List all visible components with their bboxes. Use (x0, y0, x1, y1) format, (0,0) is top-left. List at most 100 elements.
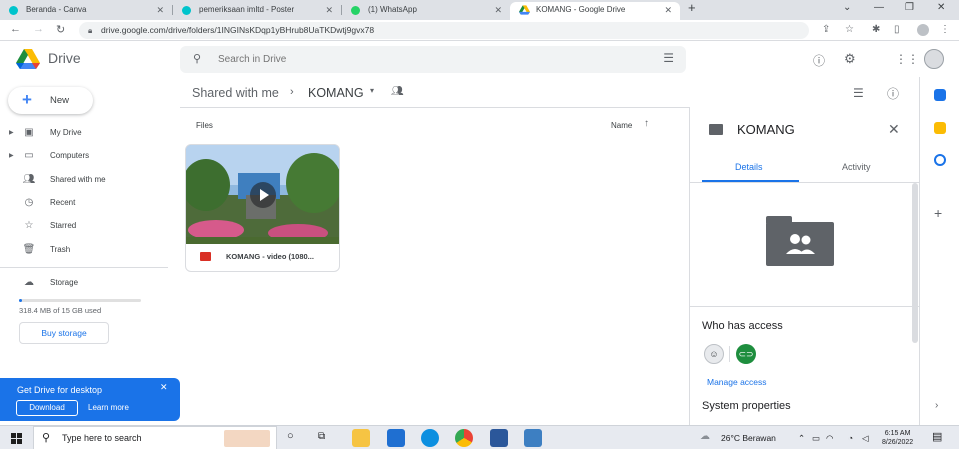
browser-tab-active[interactable]: KOMANG - Google Drive ✕ (510, 2, 680, 20)
photos-icon[interactable] (524, 429, 542, 447)
close-tab-icon[interactable]: ✕ (325, 2, 333, 18)
profile-avatar[interactable] (917, 24, 929, 36)
sidebar-item-storage[interactable]: ☁ Storage (0, 273, 168, 293)
minimize-icon[interactable]: — (874, 2, 884, 13)
search-bar[interactable]: ⚲ ☰ (180, 46, 686, 73)
file-card[interactable]: KOMANG - video (1080... (185, 144, 340, 272)
chrome-icon[interactable] (455, 429, 473, 447)
browser-tab[interactable]: pemeriksaan imltd - Poster ✕ (173, 2, 341, 20)
drive-logo-icon[interactable] (16, 49, 40, 69)
new-button-label: New (50, 95, 70, 106)
clock[interactable]: 6:15 AM 8/26/2022 (882, 429, 913, 447)
edge-icon[interactable] (421, 429, 439, 447)
expand-arrow-icon[interactable]: ▶ (9, 123, 14, 143)
windows-start-icon[interactable] (11, 433, 22, 444)
sidebar-item-shared-with-me[interactable]: 👥︎ Shared with me (0, 170, 168, 190)
close-icon[interactable]: ✕ (888, 121, 900, 138)
show-hidden-icons-icon[interactable]: ⌃ (798, 433, 805, 444)
share-icon[interactable]: ⇪ (822, 24, 830, 35)
bookmark-star-icon[interactable]: ☆ (845, 24, 854, 35)
star-icon: ☆ (24, 220, 34, 231)
cortana-icon[interactable]: ○ (287, 430, 294, 442)
learn-more-link[interactable]: Learn more (88, 403, 129, 412)
close-icon[interactable]: ✕ (160, 382, 168, 393)
url-field[interactable]: 🔒︎ drive.google.com/drive/folders/1INGIN… (79, 22, 809, 39)
tab-search-icon[interactable]: ⌄ (843, 2, 851, 13)
cloud-icon: ☁ (24, 277, 34, 288)
shared-people-icon[interactable]: 👥︎ (391, 86, 404, 97)
apps-grid-icon[interactable]: ⋮⋮ (895, 52, 919, 66)
chevron-right-icon[interactable]: › (935, 400, 938, 411)
expand-arrow-icon[interactable]: ▶ (9, 146, 14, 166)
new-tab-button[interactable]: + (688, 0, 696, 15)
browser-menu-icon[interactable]: ⋮ (940, 24, 950, 35)
download-button[interactable]: Download (16, 400, 78, 416)
storage-progress-bar (19, 299, 141, 302)
file-name: KOMANG - video (1080... (226, 252, 314, 261)
play-icon[interactable] (250, 182, 276, 208)
shared-folder-icon (709, 124, 723, 135)
close-window-icon[interactable]: ✕ (937, 2, 945, 13)
sidebar-item-recent[interactable]: ◷ Recent (0, 193, 168, 213)
sidebar-item-my-drive[interactable]: ▶ ▣ My Drive (0, 123, 168, 143)
extensions-icon[interactable]: ✱ (872, 24, 880, 35)
help-icon[interactable]: ⓘ (813, 52, 825, 69)
canva-favicon-icon (9, 6, 18, 15)
forward-icon[interactable]: → (33, 23, 44, 35)
close-tab-icon[interactable]: ✕ (494, 2, 502, 18)
sidebar-item-label: Shared with me (50, 175, 106, 184)
breadcrumb-current[interactable]: KOMANG (308, 86, 364, 100)
list-view-icon[interactable]: ☰ (853, 86, 864, 100)
breadcrumb-parent[interactable]: Shared with me (192, 86, 279, 100)
network-icon[interactable]: ◠ (826, 433, 833, 444)
drive-favicon-icon (519, 5, 530, 15)
tab-details[interactable]: Details (735, 162, 763, 172)
buy-storage-button[interactable]: Buy storage (19, 322, 109, 344)
search-options-icon[interactable]: ☰ (663, 51, 674, 65)
add-addon-icon[interactable]: + (934, 205, 942, 221)
keep-icon[interactable] (934, 122, 946, 134)
close-tab-icon[interactable]: ✕ (156, 2, 164, 18)
file-explorer-icon[interactable] (352, 429, 370, 447)
account-avatar[interactable] (924, 49, 944, 69)
search-input[interactable] (218, 51, 638, 68)
manage-access-link[interactable]: Manage access (707, 377, 767, 387)
url-text: drive.google.com/drive/folders/1INGINsKD… (101, 25, 375, 35)
avatar[interactable]: ☺ (704, 344, 724, 364)
panel-scrollbar[interactable] (912, 183, 918, 343)
reload-icon[interactable]: ↻ (56, 23, 65, 36)
tasks-icon[interactable] (934, 154, 946, 166)
side-panel-icon[interactable]: ▯ (894, 24, 900, 35)
wifi-icon[interactable]: ◔ (848, 433, 853, 443)
sort-direction-arrow-icon[interactable]: ↑ (644, 118, 649, 129)
chevron-down-icon[interactable]: ▾ (370, 86, 374, 95)
word-icon[interactable] (490, 429, 508, 447)
plus-icon: + (22, 90, 32, 109)
browser-tab[interactable]: (1) WhatsApp ✕ (342, 2, 510, 20)
sidebar-item-computers[interactable]: ▶ ▭ Computers (0, 146, 168, 166)
volume-icon[interactable]: ◁ (862, 433, 869, 444)
date-text: 8/26/2022 (882, 439, 914, 446)
taskbar-search[interactable]: ⚲ Type here to search (33, 426, 277, 449)
search-icon[interactable]: ⚲ (193, 52, 201, 65)
settings-gear-icon[interactable]: ⚙ (844, 51, 856, 67)
link-icon[interactable]: ⊂⊃ (736, 344, 756, 364)
notifications-icon[interactable]: ▤ (932, 430, 942, 443)
view-details-icon[interactable]: ⓘ (887, 85, 899, 102)
panel-divider (690, 306, 920, 307)
mail-icon[interactable] (387, 429, 405, 447)
sidebar-item-starred[interactable]: ☆ Starred (0, 216, 168, 236)
battery-icon[interactable]: ▭ (812, 433, 820, 444)
sidebar-item-trash[interactable]: 🗑︎ Trash (0, 240, 168, 260)
browser-tab[interactable]: Beranda - Canva ✕ (0, 2, 172, 20)
calendar-icon[interactable] (934, 89, 946, 101)
sort-by-name[interactable]: Name (611, 121, 632, 130)
task-view-icon[interactable]: ⧉ (318, 431, 325, 442)
restore-icon[interactable]: ❐ (905, 2, 914, 13)
weather-text[interactable]: 26°C Berawan (721, 433, 776, 443)
back-icon[interactable]: ← (10, 23, 21, 35)
new-button[interactable]: + New (8, 87, 93, 114)
close-tab-icon[interactable]: ✕ (664, 2, 672, 18)
tab-activity[interactable]: Activity (842, 162, 871, 172)
video-file-icon (200, 252, 211, 261)
